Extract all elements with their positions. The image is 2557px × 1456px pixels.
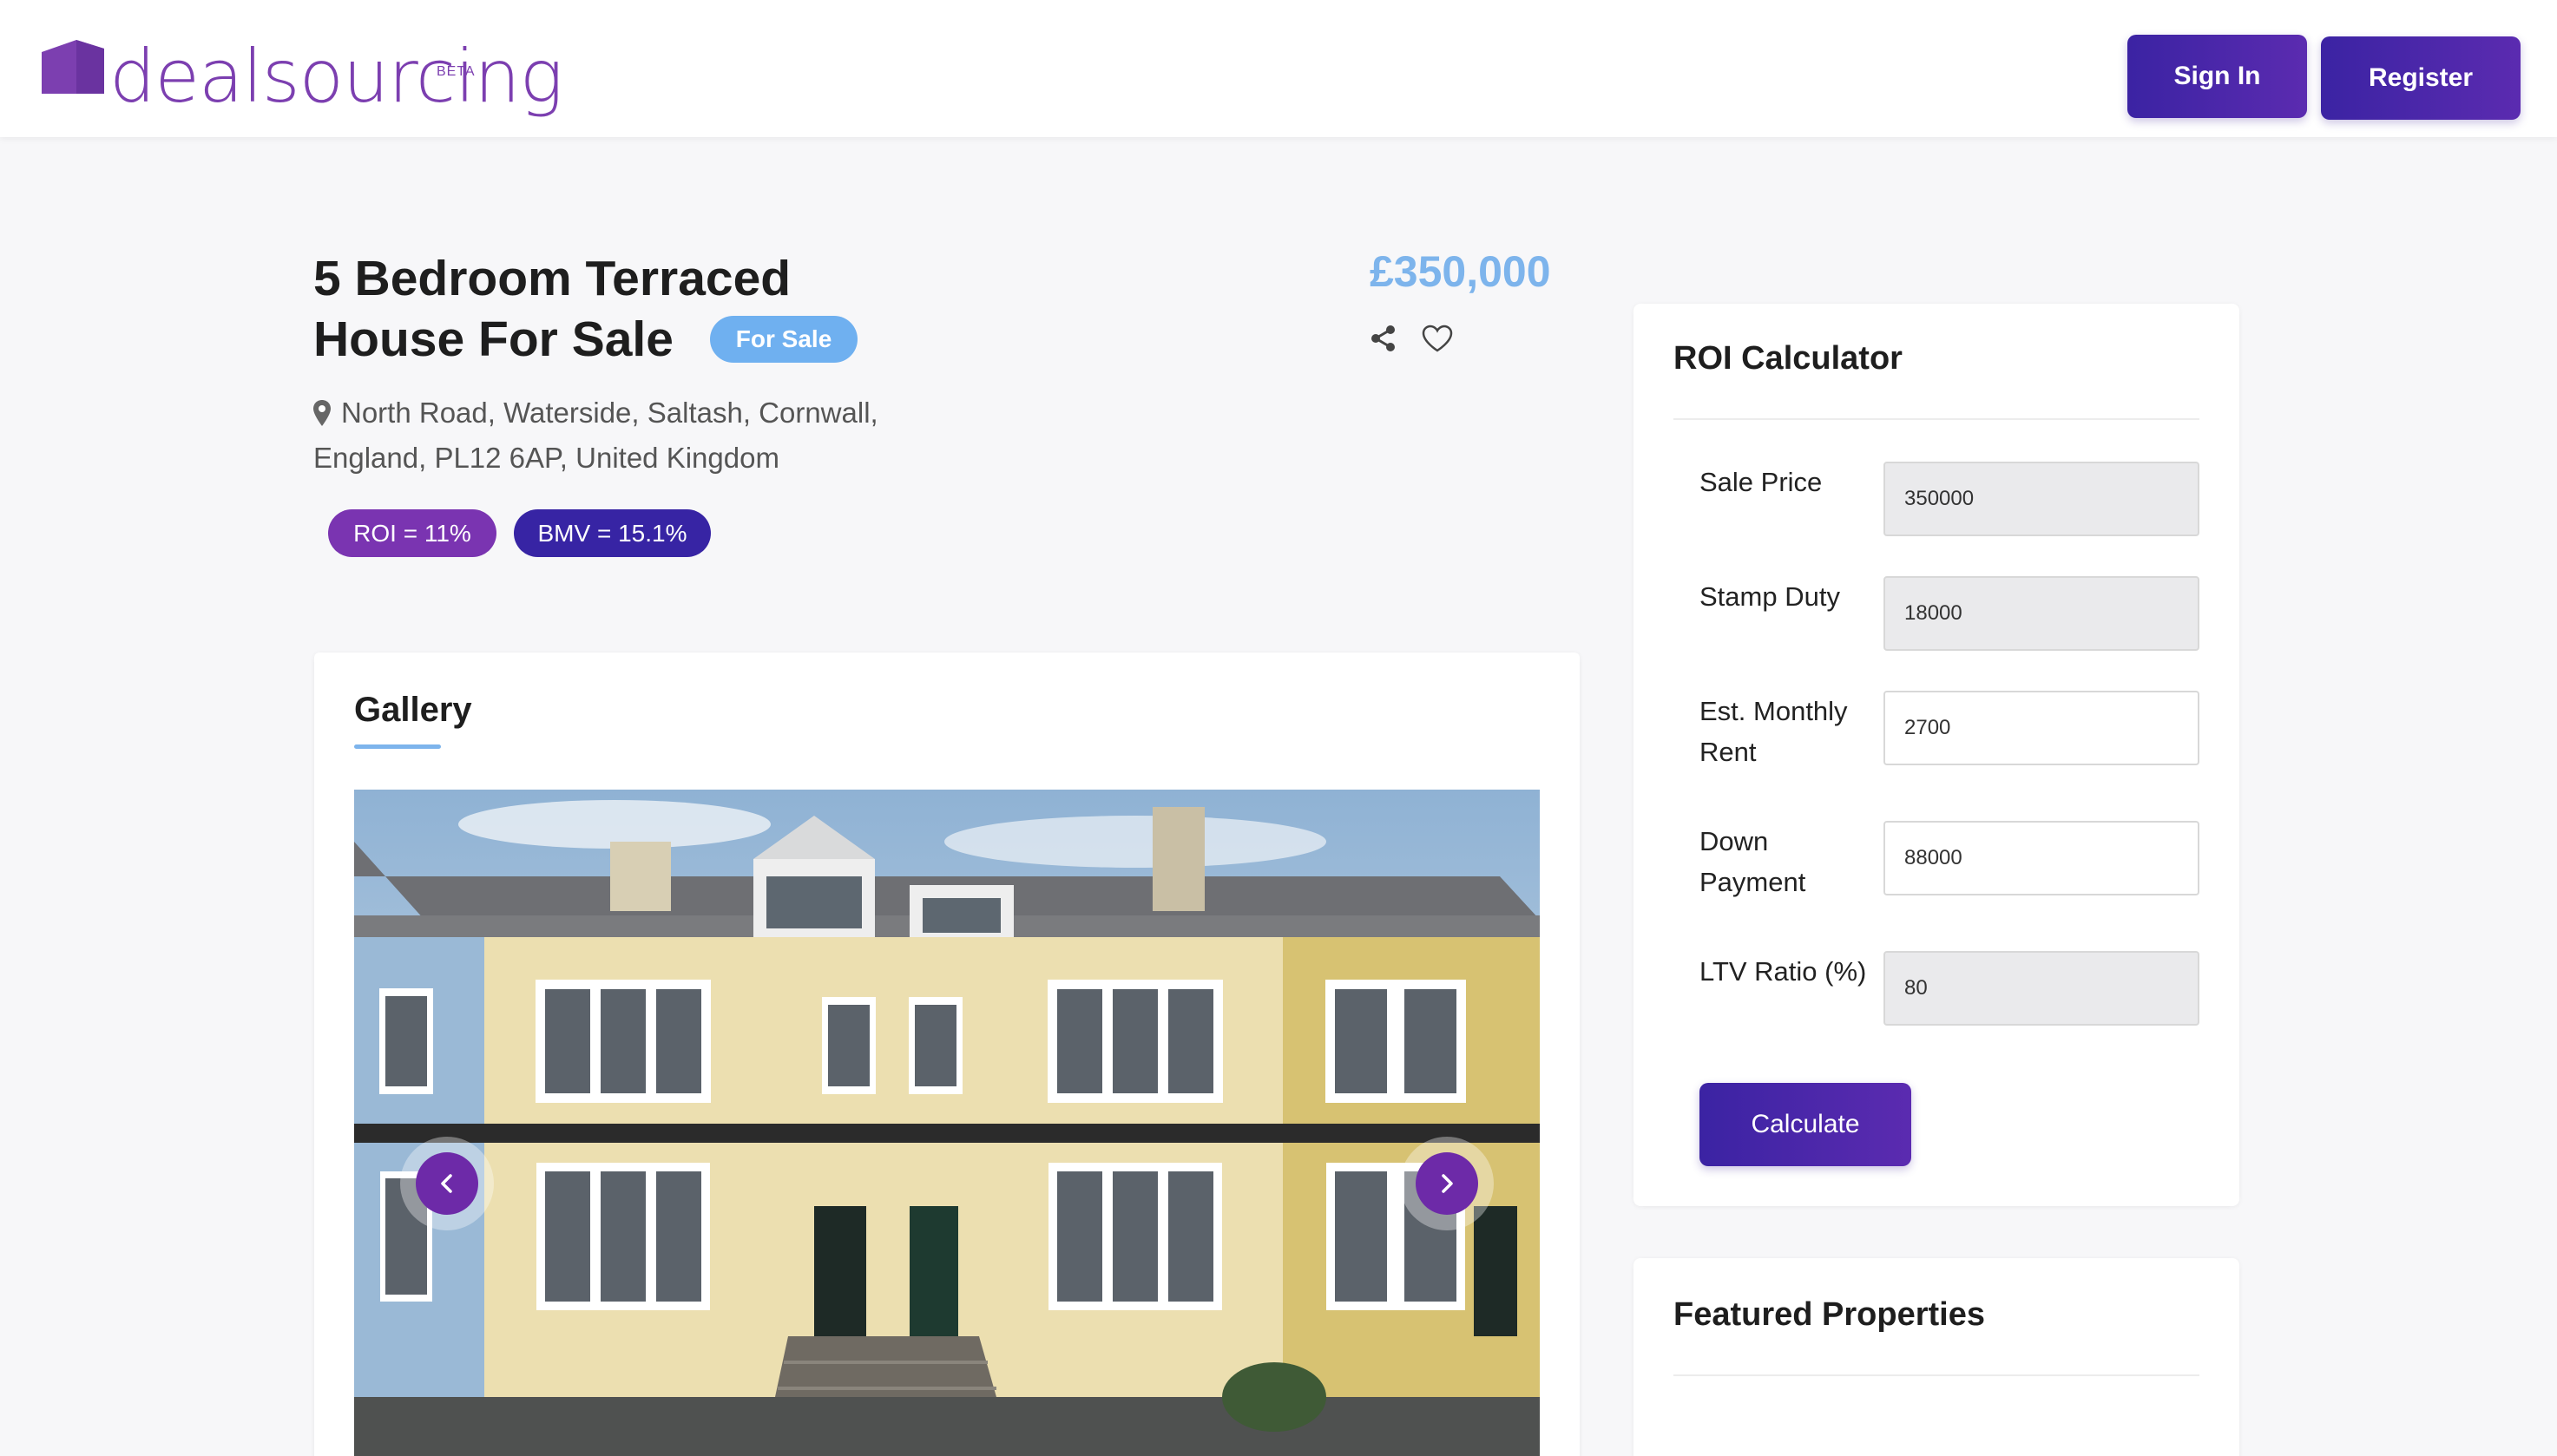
map-pin-icon [313,400,331,426]
gallery-prev-button[interactable] [400,1137,494,1230]
sale-price-input[interactable] [1883,462,2199,536]
roi-pill: ROI = 11% [328,509,496,557]
heart-icon[interactable] [1422,325,1453,352]
featured-properties-card: Featured Properties [1633,1258,2239,1456]
calculate-button[interactable]: Calculate [1699,1083,1911,1166]
sale-price-label: Sale Price [1699,467,1823,497]
down-payment-label: Down Payment [1699,826,1806,897]
roi-calculator-title: ROI Calculator [1673,340,1903,377]
site-logo[interactable]: dealsourcing [42,33,563,119]
status-badge: For Sale [709,315,858,363]
gallery-prev-inner [416,1152,478,1215]
register-button[interactable]: Register [2321,36,2521,120]
listing-price: £350,000 [1370,247,1551,296]
stamp-duty-input[interactable] [1883,576,2199,651]
monthly-rent-input[interactable] [1883,691,2199,765]
house-logo-icon [42,40,104,94]
logo-beta-label: BETA [437,64,476,79]
listing-address: North Road, Waterside, Saltash, Cornwall… [313,390,938,481]
chevron-right-icon [1442,1174,1453,1193]
stamp-duty-label: Stamp Duty [1699,581,1840,612]
site-header: dealsourcing BETA Sign In Register [0,0,2557,137]
ltv-ratio-label: LTV Ratio (%) [1699,956,1867,987]
roi-calculator-card: ROI Calculator Sale Price Stamp Duty Est… [1633,304,2239,1206]
featured-properties-title: Featured Properties [1673,1296,1985,1333]
down-payment-input[interactable] [1883,821,2199,895]
address-text: North Road, Waterside, Saltash, Cornwall… [313,397,878,474]
gallery-next-inner [1416,1152,1478,1215]
gallery-title-underline [354,744,441,749]
terraced-house-photo [354,790,1540,1456]
listing-title-block: 5 Bedroom Terraced House For Sale For Sa… [313,248,921,370]
divider [1673,418,2199,420]
gallery-title: Gallery [354,691,472,729]
gallery-next-button[interactable] [1400,1137,1494,1230]
divider [1673,1374,2199,1376]
logo-text: dealsourcing [109,34,563,119]
ltv-ratio-input[interactable] [1883,951,2199,1026]
bmv-pill: BMV = 15.1% [514,509,711,557]
monthly-rent-label: Est. Monthly Rent [1699,696,1848,767]
gallery-card: Gallery [314,653,1580,1456]
share-icon[interactable] [1370,325,1397,352]
sign-in-button[interactable]: Sign In [2127,35,2307,118]
chevron-left-icon [441,1174,452,1193]
gallery-photo[interactable] [354,790,1540,1456]
